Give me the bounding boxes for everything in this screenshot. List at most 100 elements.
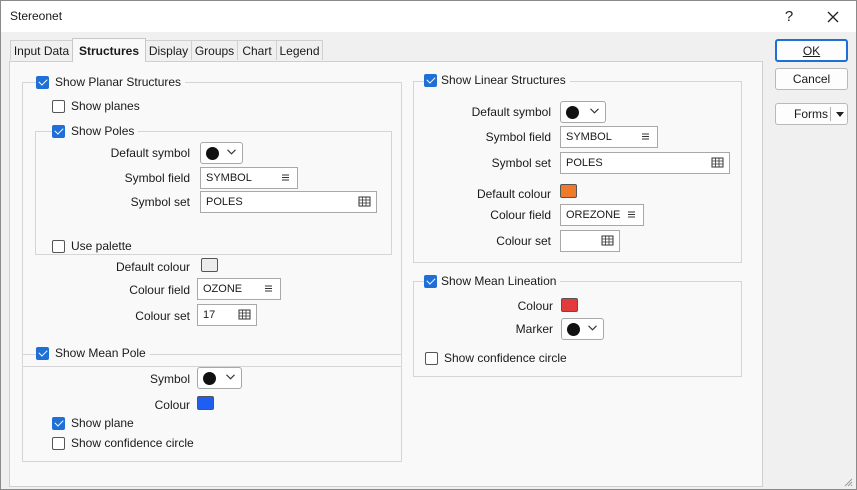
poles-symbol-field-value: SYMBOL: [206, 172, 252, 184]
mean-lineation-confidence-checkbox[interactable]: [425, 351, 438, 365]
mean-pole-confidence-row[interactable]: Show confidence circle: [52, 435, 194, 451]
show-plane-checkbox[interactable]: [52, 416, 65, 430]
show-mean-lineation-label: Show Mean Lineation: [441, 274, 557, 288]
linear-symbol-field-value: SYMBOL: [566, 131, 612, 143]
linear-symbol-set-input[interactable]: POLES: [560, 152, 730, 174]
mean-pole-header: Show Mean Pole: [36, 345, 150, 361]
tab-groups[interactable]: Groups: [191, 40, 238, 60]
planar-colour-set-value: 17: [203, 309, 216, 321]
cancel-button-label: Cancel: [792, 72, 831, 86]
table-icon: [711, 157, 724, 168]
poles-header: Show Poles: [52, 123, 139, 139]
resize-grip-icon[interactable]: [844, 478, 853, 487]
mean-lineation-confidence-row[interactable]: Show confidence circle: [425, 350, 567, 366]
symbol-dot-icon: [206, 147, 219, 160]
show-planes-checkbox[interactable]: [52, 99, 65, 113]
planar-default-colour-swatch[interactable]: [201, 258, 218, 272]
use-palette-label: Use palette: [71, 239, 132, 253]
mean-lineation-confidence-label: Show confidence circle: [444, 351, 567, 365]
show-plane-row[interactable]: Show plane: [52, 415, 134, 431]
planar-colour-set-label: Colour set: [135, 309, 190, 323]
linear-default-symbol-label: Default symbol: [471, 105, 551, 119]
planar-colour-set-input[interactable]: 17: [197, 304, 257, 326]
ok-button[interactable]: OK: [775, 39, 848, 62]
mean-lineation-colour-label: Colour: [517, 299, 553, 313]
forms-button[interactable]: Forms: [775, 103, 848, 125]
show-poles-label: Show Poles: [71, 124, 135, 138]
mean-pole-confidence-label: Show confidence circle: [71, 436, 194, 450]
close-icon: [827, 11, 839, 22]
poles-symbol-set-value: POLES: [206, 196, 243, 208]
tab-input-data[interactable]: Input Data: [10, 40, 73, 60]
show-mean-lineation-checkbox[interactable]: [424, 274, 437, 288]
stereonet-dialog: Stereonet ? Input Data Structures Displa…: [0, 0, 857, 490]
chevron-down-icon: [588, 325, 597, 331]
mean-lineation-header: Show Mean Lineation: [424, 273, 561, 289]
chevron-down-icon: [590, 108, 599, 114]
forms-split-divider: [830, 107, 831, 121]
mean-lineation-marker-label: Marker: [515, 322, 553, 336]
show-linear-structures-label: Show Linear Structures: [441, 73, 566, 87]
show-planar-structures-checkbox[interactable]: [36, 75, 49, 89]
close-button[interactable]: [811, 1, 855, 32]
list-icon: [265, 285, 272, 292]
window-title: Stereonet: [10, 9, 63, 23]
table-icon: [238, 309, 251, 320]
tab-chart[interactable]: Chart: [237, 40, 277, 60]
linear-symbol-set-label: Symbol set: [491, 156, 551, 170]
linear-colour-field-input[interactable]: OREZONE: [560, 204, 644, 226]
show-mean-pole-label: Show Mean Pole: [55, 346, 146, 360]
list-icon: [628, 211, 635, 218]
linear-default-symbol-dropdown[interactable]: [560, 101, 606, 123]
show-poles-checkbox[interactable]: [52, 124, 65, 138]
linear-colour-set-input[interactable]: [560, 230, 620, 252]
tab-structures[interactable]: Structures: [72, 38, 146, 62]
planar-default-colour-label: Default colour: [115, 260, 190, 274]
mean-pole-symbol-label: Symbol: [149, 372, 190, 386]
linear-structures-header: Show Linear Structures: [424, 72, 570, 88]
mean-lineation-marker-dropdown[interactable]: [561, 318, 604, 340]
list-icon: [282, 174, 289, 181]
symbol-dot-icon: [203, 372, 216, 385]
linear-symbol-field-input[interactable]: SYMBOL: [560, 126, 658, 148]
forms-dropdown-arrow-icon[interactable]: [836, 112, 844, 117]
table-icon: [601, 235, 614, 246]
mean-pole-colour-swatch[interactable]: [197, 396, 214, 410]
planar-colour-field-label: Colour field: [129, 283, 190, 297]
forms-button-label: Forms: [794, 107, 828, 121]
table-icon: [358, 196, 371, 207]
show-linear-structures-checkbox[interactable]: [424, 73, 437, 87]
symbol-dot-icon: [566, 106, 579, 119]
tab-display[interactable]: Display: [145, 40, 192, 60]
show-planes-row[interactable]: Show planes: [52, 98, 140, 114]
show-mean-pole-checkbox[interactable]: [36, 346, 49, 360]
list-icon: [642, 133, 649, 140]
show-planar-structures-label: Show Planar Structures: [55, 75, 182, 89]
poles-symbol-set-input[interactable]: POLES: [200, 191, 377, 213]
tab-legend[interactable]: Legend: [276, 40, 323, 60]
poles-symbol-set-label: Symbol set: [130, 195, 190, 209]
show-planes-label: Show planes: [71, 99, 140, 113]
mean-pole-symbol-dropdown[interactable]: [197, 367, 242, 389]
use-palette-row[interactable]: Use palette: [52, 238, 132, 254]
cancel-button[interactable]: Cancel: [775, 68, 848, 90]
linear-colour-field-value: OREZONE: [566, 209, 621, 221]
mean-pole-confidence-checkbox[interactable]: [52, 436, 65, 450]
chevron-down-icon: [227, 149, 236, 155]
poles-default-symbol-dropdown[interactable]: [200, 142, 243, 164]
mean-lineation-colour-swatch[interactable]: [561, 298, 578, 312]
poles-default-symbol-label: Default symbol: [110, 146, 190, 160]
help-button[interactable]: ?: [767, 1, 811, 32]
poles-symbol-field-label: Symbol field: [124, 171, 190, 185]
linear-colour-field-label: Colour field: [490, 208, 551, 222]
use-palette-checkbox[interactable]: [52, 239, 65, 253]
structures-panel: Show Planar Structures Show planes Show …: [9, 61, 763, 487]
linear-colour-set-label: Colour set: [496, 234, 551, 248]
title-bar: Stereonet ?: [1, 1, 856, 32]
planar-colour-field-input[interactable]: OZONE: [197, 278, 281, 300]
linear-symbol-field-label: Symbol field: [485, 130, 551, 144]
planar-colour-field-value: OZONE: [203, 283, 243, 295]
linear-default-colour-swatch[interactable]: [560, 184, 577, 198]
planar-structures-header: Show Planar Structures: [36, 74, 186, 90]
poles-symbol-field-input[interactable]: SYMBOL: [200, 167, 298, 189]
